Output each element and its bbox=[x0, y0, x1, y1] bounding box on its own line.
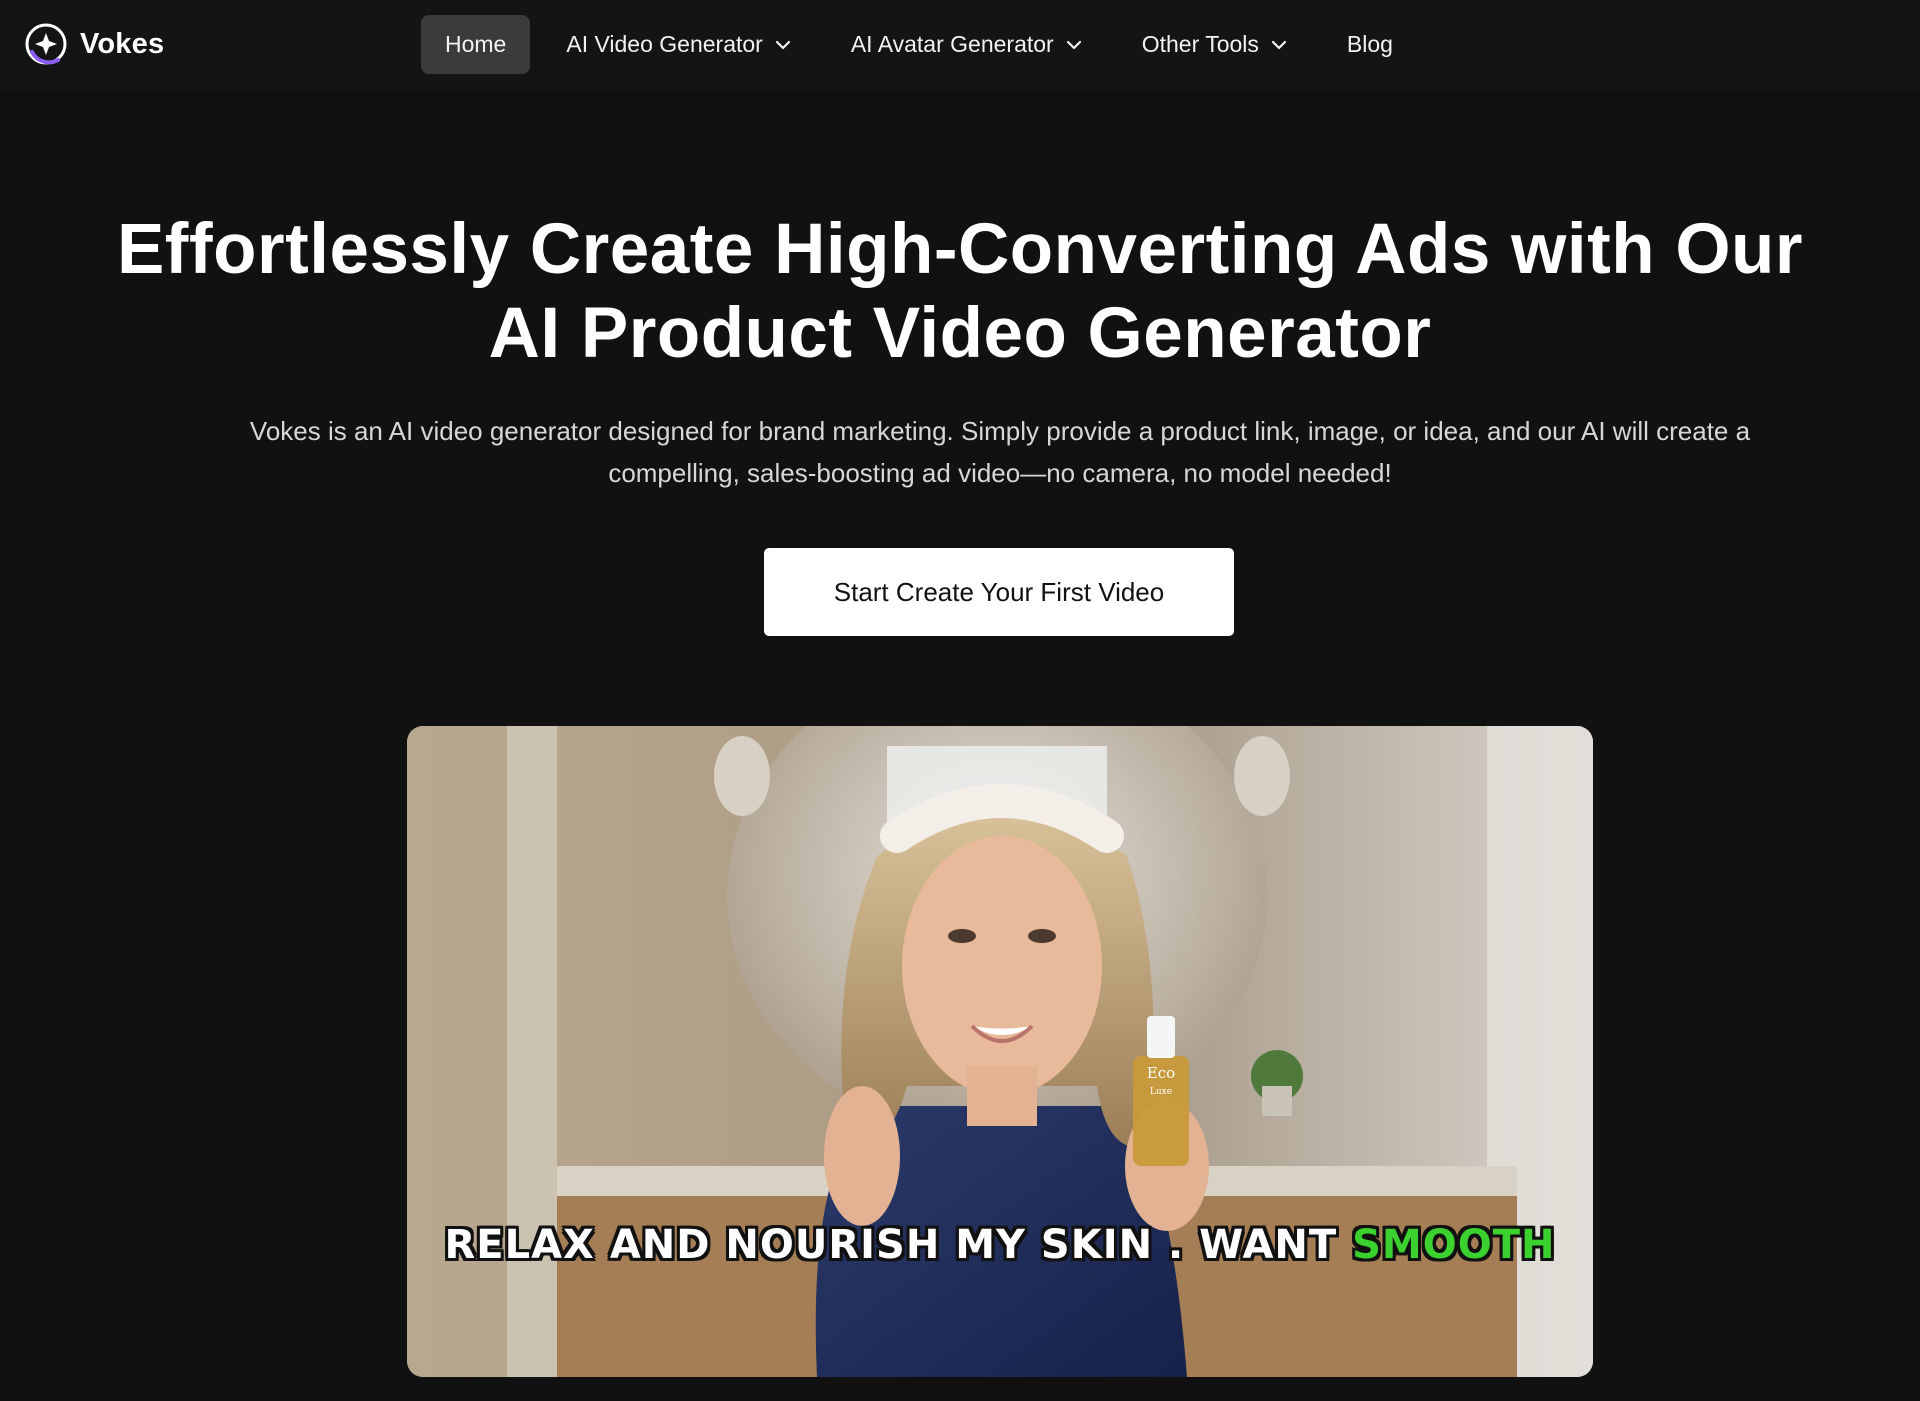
top-navigation-bar: Vokes Home AI Video Generator AI Avatar … bbox=[0, 0, 1920, 90]
spark-orbit-logo-icon bbox=[24, 22, 68, 66]
nav-item-home[interactable]: Home bbox=[421, 15, 531, 74]
nav-item-blog[interactable]: Blog bbox=[1323, 15, 1417, 74]
demo-video-player[interactable]: Eco Luxe RELAX AND NOURISH MY SKIN . WAN… bbox=[407, 726, 1593, 1377]
nav-item-label: AI Avatar Generator bbox=[850, 31, 1054, 57]
nav-item-ai-video-generator[interactable]: AI Video Generator bbox=[542, 15, 814, 74]
main-nav: Home AI Video Generator AI Avatar Genera… bbox=[421, 15, 1429, 74]
start-create-video-button[interactable]: Start Create Your First Video bbox=[764, 548, 1234, 636]
product-label-brand: Eco bbox=[1147, 1064, 1175, 1082]
brand-name: Vokes bbox=[80, 27, 165, 60]
nav-item-ai-avatar-generator[interactable]: AI Avatar Generator bbox=[827, 15, 1106, 74]
video-frame-image: Eco Luxe bbox=[407, 726, 1593, 1377]
video-caption: RELAX AND NOURISH MY SKIN . WANT SMOOTH bbox=[407, 1222, 1593, 1268]
hero-subtitle: Vokes is an AI video generator designed … bbox=[160, 410, 1840, 494]
brand-logo-link[interactable]: Vokes bbox=[24, 22, 164, 66]
chevron-down-icon bbox=[775, 40, 791, 50]
chevron-down-icon bbox=[1271, 40, 1287, 50]
nav-item-label: Other Tools bbox=[1141, 31, 1259, 57]
nav-item-label: AI Video Generator bbox=[566, 31, 763, 57]
nav-item-label: Blog bbox=[1346, 31, 1393, 57]
hero-title: Effortlessly Create High-Converting Ads … bbox=[0, 208, 1920, 376]
nav-item-label: Home bbox=[445, 31, 507, 57]
hero-subtitle-line-1: Vokes is an AI video generator designed … bbox=[249, 416, 1751, 446]
nav-item-other-tools[interactable]: Other Tools bbox=[1118, 15, 1311, 74]
chevron-down-icon bbox=[1066, 40, 1082, 50]
hero-title-line-2: AI Product Video Generator bbox=[488, 294, 1432, 373]
video-caption-highlight: SMOOTH bbox=[1352, 1222, 1556, 1268]
product-label-sub: Luxe bbox=[1150, 1087, 1172, 1097]
hero-subtitle-line-2: compelling, sales-boosting ad video—no c… bbox=[608, 458, 1392, 488]
hero-title-line-1: Effortlessly Create High-Converting Ads … bbox=[116, 210, 1804, 289]
video-caption-main: RELAX AND NOURISH MY SKIN . WANT bbox=[444, 1222, 1353, 1268]
